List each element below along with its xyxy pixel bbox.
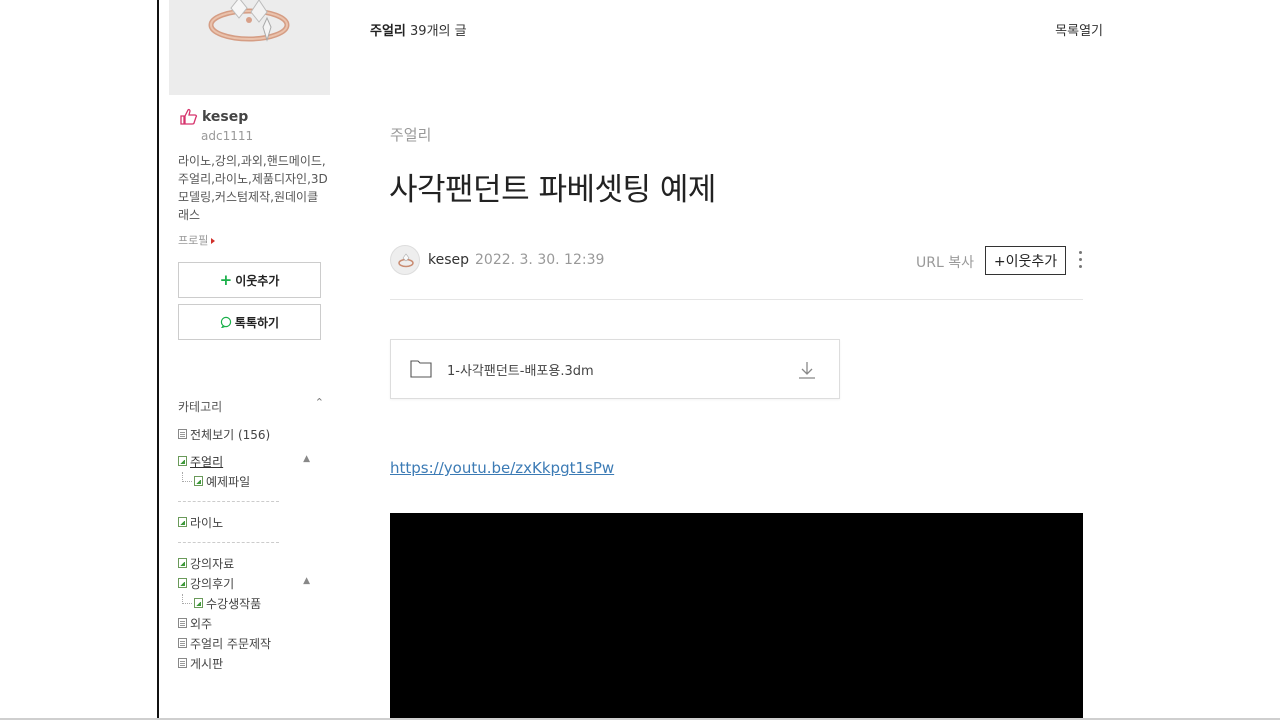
plus-icon: + — [219, 270, 233, 289]
category-item-board[interactable]: 게시판 — [178, 653, 318, 673]
add-neighbor-button[interactable]: + 이웃추가 — [178, 262, 321, 298]
post-count: 39개의 글 — [405, 24, 467, 39]
category-label: 주얼리 — [190, 454, 224, 469]
category-item-rhino[interactable]: 라이노 — [178, 512, 318, 532]
folder-icon — [410, 360, 432, 378]
video-link[interactable]: https://youtu.be/zxKkpgt1sPw — [390, 459, 614, 477]
video-player[interactable] — [390, 513, 1083, 718]
nickname-row[interactable]: kesep — [179, 107, 248, 126]
file-name[interactable]: 1-사각팬던트-배포용.3dm — [447, 360, 594, 379]
category-item-jewelry[interactable]: 주얼리 ▲ — [178, 451, 318, 471]
blog-nickname: kesep — [202, 108, 249, 125]
category-item-outsourcing[interactable]: 외주 — [178, 613, 318, 633]
post-meta: kesep 2022. 3. 30. 12:39 URL 복사 +이웃추가 — [390, 245, 1083, 277]
post-add-neighbor-button[interactable]: +이웃추가 — [985, 246, 1066, 275]
collapse-arrow-icon[interactable]: ▲ — [303, 576, 310, 586]
thumbs-up-icon — [180, 108, 198, 125]
blog-intro: 라이노,강의,과외,핸드메이드,주얼리,라이노,제품디자인,3D모델링,커스텀제… — [178, 154, 328, 222]
profile-link[interactable]: 프로필 — [178, 232, 216, 248]
category-item-student-work[interactable]: 수강생작품 — [178, 593, 318, 613]
download-icon[interactable] — [797, 360, 817, 380]
category-divider — [178, 542, 279, 543]
category-label: 주얼리 주문제작 — [190, 636, 272, 651]
doc-icon — [178, 429, 187, 439]
talk-button[interactable]: 톡톡하기 — [178, 304, 321, 340]
category-label: 라이노 — [190, 515, 224, 530]
avatar-ring-icon — [398, 253, 414, 268]
ring-photo — [169, 0, 330, 95]
chevron-up-icon[interactable]: ⌃ — [315, 396, 324, 409]
add-neighbor-label: 이웃추가 — [235, 273, 280, 288]
image-icon — [178, 578, 187, 588]
profile-image[interactable] — [169, 0, 330, 95]
category-divider — [178, 501, 279, 502]
post-date: 2022. 3. 30. 12:39 — [475, 252, 605, 268]
category-label: 예제파일 — [206, 474, 251, 489]
category-label: 강의자료 — [190, 556, 235, 571]
category-item-lecture-review[interactable]: 강의후기 ▲ — [178, 573, 318, 593]
tree-line — [182, 472, 192, 482]
post-title: 사각팬던트 파베셋팅 예제 — [389, 172, 716, 208]
category-label: 수강생작품 — [206, 596, 262, 611]
author-name[interactable]: kesep — [428, 252, 469, 268]
profile-link-label: 프로필 — [178, 234, 209, 247]
current-category[interactable]: 주얼리 — [370, 24, 406, 39]
category-label: 강의후기 — [190, 576, 235, 591]
collapse-arrow-icon[interactable]: ▲ — [303, 454, 310, 464]
file-attachment[interactable]: 1-사각팬던트-배포용.3dm — [390, 339, 840, 399]
author-avatar[interactable] — [390, 245, 420, 275]
more-options-icon[interactable] — [1078, 251, 1084, 271]
category-list: 전체보기 (156) 주얼리 ▲ 예제파일 라이노 강의자료 강의후기 ▲ 수강… — [178, 424, 318, 673]
image-icon — [178, 517, 187, 527]
left-border — [157, 0, 159, 720]
category-item-example-files[interactable]: 예제파일 — [178, 471, 318, 491]
header-divider — [390, 299, 1083, 300]
category-item-custom-order[interactable]: 주얼리 주문제작 — [178, 633, 318, 653]
image-icon — [194, 476, 203, 486]
blog-sidebar: kesep adc1111 라이노,강의,과외,핸드메이드,주얼리,라이노,제품… — [169, 0, 330, 720]
image-icon — [178, 558, 187, 568]
category-item-lecture-material[interactable]: 강의자료 — [178, 553, 318, 573]
doc-icon — [178, 658, 187, 668]
category-item-all[interactable]: 전체보기 (156) — [178, 424, 318, 444]
category-label: 게시판 — [190, 656, 224, 671]
image-icon — [178, 456, 187, 466]
post-category[interactable]: 주얼리 — [390, 124, 431, 145]
blog-id: adc1111 — [201, 129, 254, 143]
open-list-button[interactable]: 목록열기 — [1055, 20, 1103, 39]
post-list-bar: 주얼리 39개의 글 목록열기 — [370, 20, 1103, 42]
talk-label: 톡톡하기 — [234, 315, 280, 330]
chat-bubble-icon — [220, 316, 232, 328]
category-label: 전체보기 (156) — [190, 427, 271, 442]
image-icon — [194, 598, 203, 608]
category-header[interactable]: 카테고리 ⌃ — [178, 396, 324, 415]
arrow-right-icon — [211, 238, 216, 244]
doc-icon — [178, 638, 187, 648]
doc-icon — [178, 618, 187, 628]
category-header-label: 카테고리 — [178, 400, 223, 414]
url-copy-button[interactable]: URL 복사 — [916, 252, 974, 272]
tree-line — [182, 594, 192, 604]
category-label: 외주 — [190, 616, 213, 631]
